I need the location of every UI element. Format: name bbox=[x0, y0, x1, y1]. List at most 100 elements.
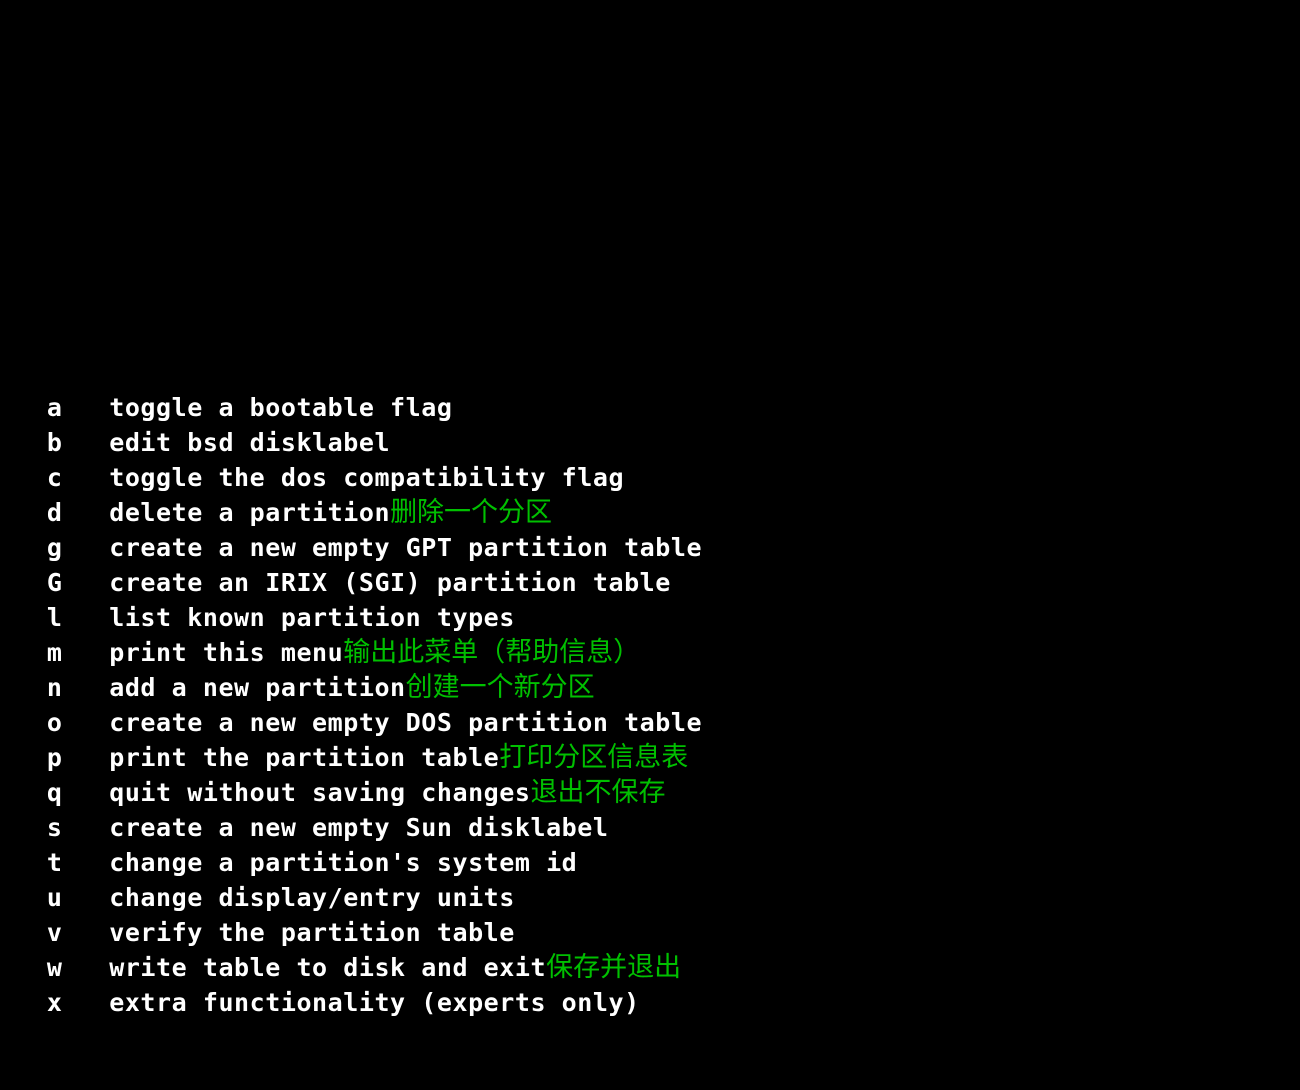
menu-item-key: b bbox=[46, 428, 63, 457]
menu-item-gap bbox=[62, 393, 109, 422]
menu-item-indent bbox=[0, 778, 47, 807]
terminal-screen[interactable]: Command (m for help): m Command action a… bbox=[0, 0, 1300, 1017]
command-prompt-line: Command (m for help): m bbox=[0, 110, 1300, 145]
menu-item-key: x bbox=[46, 988, 63, 1017]
menu-item-w[interactable]: w write table to disk and exit保存并退出 bbox=[0, 950, 1300, 985]
menu-item-description: verify the partition table bbox=[109, 918, 515, 947]
command-action-header: Command action bbox=[0, 250, 1300, 285]
menu-item-indent bbox=[0, 953, 47, 982]
menu-item-indent bbox=[0, 393, 47, 422]
menu-item-indent bbox=[0, 603, 47, 632]
menu-item-u[interactable]: u change display/entry units bbox=[0, 880, 1300, 915]
menu-item-indent bbox=[0, 988, 47, 1017]
menu-item-description: list known partition types bbox=[109, 603, 515, 632]
menu-item-gap bbox=[62, 708, 109, 737]
menu-item-l[interactable]: l list known partition types bbox=[0, 600, 1300, 635]
menu-item-m[interactable]: m print this menu输出此菜单（帮助信息） bbox=[0, 635, 1300, 670]
menu-item-v[interactable]: v verify the partition table bbox=[0, 915, 1300, 950]
menu-item-gap bbox=[62, 813, 109, 842]
menu-item-indent bbox=[0, 428, 47, 457]
menu-item-description: toggle a bootable flag bbox=[109, 393, 453, 422]
menu-item-gap bbox=[62, 428, 109, 457]
menu-item-gap bbox=[62, 603, 109, 632]
menu-item-description: quit without saving changes bbox=[109, 778, 531, 807]
menu-item-indent bbox=[0, 498, 47, 527]
menu-item-q[interactable]: q quit without saving changes退出不保存 bbox=[0, 775, 1300, 810]
menu-item-annotation: 删除一个分区 bbox=[390, 497, 553, 528]
menu-item-b[interactable]: b edit bsd disklabel bbox=[0, 425, 1300, 460]
menu-item-gap bbox=[62, 988, 109, 1017]
menu-item-d[interactable]: d delete a partition删除一个分区 bbox=[0, 495, 1300, 530]
menu-item-key: o bbox=[46, 708, 63, 737]
menu-item-key: G bbox=[46, 568, 63, 597]
menu-item-annotation: 输出此菜单（帮助信息） bbox=[343, 637, 641, 668]
menu-item-gap bbox=[62, 638, 109, 667]
menu-item-indent bbox=[0, 463, 47, 492]
menu-item-gap bbox=[62, 743, 109, 772]
menu-item-key: c bbox=[46, 463, 63, 492]
menu-item-description: edit bsd disklabel bbox=[109, 428, 391, 457]
menu-item-gap bbox=[62, 778, 109, 807]
menu-item-gap bbox=[62, 953, 109, 982]
menu-item-key: s bbox=[46, 813, 63, 842]
menu-item-indent bbox=[0, 673, 47, 702]
menu-item-n[interactable]: n add a new partition创建一个新分区 bbox=[0, 670, 1300, 705]
menu-item-gap bbox=[62, 463, 109, 492]
menu-item-key: l bbox=[46, 603, 63, 632]
menu-item-indent bbox=[0, 813, 47, 842]
menu-item-s[interactable]: s create a new empty Sun disklabel bbox=[0, 810, 1300, 845]
menu-item-description: create a new empty DOS partition table bbox=[109, 708, 703, 737]
menu-item-description: extra functionality (experts only) bbox=[109, 988, 640, 1017]
menu-item-x[interactable]: x extra functionality (experts only) bbox=[0, 985, 1300, 1020]
menu-item-indent bbox=[0, 708, 47, 737]
menu-item-annotation: 保存并退出 bbox=[546, 952, 682, 983]
menu-item-G[interactable]: G create an IRIX (SGI) partition table bbox=[0, 565, 1300, 600]
menu-item-description: create a new empty GPT partition table bbox=[109, 533, 703, 562]
menu-item-indent bbox=[0, 743, 47, 772]
menu-item-description: change display/entry units bbox=[109, 883, 515, 912]
menu-item-description: print the partition table bbox=[109, 743, 500, 772]
menu-item-description: delete a partition bbox=[109, 498, 391, 527]
menu-item-description: create a new empty Sun disklabel bbox=[109, 813, 609, 842]
menu-item-key: t bbox=[46, 848, 63, 877]
menu-item-o[interactable]: o create a new empty DOS partition table bbox=[0, 705, 1300, 740]
menu-item-key: w bbox=[46, 953, 63, 982]
menu-item-indent bbox=[0, 918, 47, 947]
menu-item-g[interactable]: g create a new empty GPT partition table bbox=[0, 530, 1300, 565]
menu-item-key: m bbox=[46, 638, 63, 667]
menu-item-description: change a partition's system id bbox=[109, 848, 578, 877]
menu-item-t[interactable]: t change a partition's system id bbox=[0, 845, 1300, 880]
menu-item-key: n bbox=[46, 673, 63, 702]
menu-item-indent bbox=[0, 533, 47, 562]
menu-item-p[interactable]: p print the partition table打印分区信息表 bbox=[0, 740, 1300, 775]
menu-item-annotation: 创建一个新分区 bbox=[405, 672, 595, 703]
menu-item-description: create an IRIX (SGI) partition table bbox=[109, 568, 671, 597]
menu-item-description: write table to disk and exit bbox=[109, 953, 547, 982]
menu-item-description: print this menu bbox=[109, 638, 344, 667]
menu-item-gap bbox=[62, 533, 109, 562]
menu-item-key: p bbox=[46, 743, 63, 772]
menu-list: a toggle a bootable flag b edit bsd disk… bbox=[0, 390, 1300, 1020]
menu-item-key: a bbox=[46, 393, 63, 422]
menu-item-gap bbox=[62, 848, 109, 877]
menu-item-annotation: 退出不保存 bbox=[530, 777, 666, 808]
menu-item-indent bbox=[0, 883, 47, 912]
menu-item-key: u bbox=[46, 883, 63, 912]
menu-item-gap bbox=[62, 918, 109, 947]
menu-item-gap bbox=[62, 568, 109, 597]
menu-item-key: v bbox=[46, 918, 63, 947]
menu-item-c[interactable]: c toggle the dos compatibility flag bbox=[0, 460, 1300, 495]
menu-item-gap bbox=[62, 673, 109, 702]
menu-item-key: g bbox=[46, 533, 63, 562]
menu-item-key: d bbox=[46, 498, 63, 527]
menu-item-annotation: 打印分区信息表 bbox=[499, 742, 689, 773]
menu-item-description: toggle the dos compatibility flag bbox=[109, 463, 625, 492]
menu-item-gap bbox=[62, 498, 109, 527]
menu-item-key: q bbox=[46, 778, 63, 807]
menu-item-a[interactable]: a toggle a bootable flag bbox=[0, 390, 1300, 425]
menu-item-indent bbox=[0, 638, 47, 667]
menu-item-indent bbox=[0, 848, 47, 877]
menu-item-gap bbox=[62, 883, 109, 912]
menu-item-description: add a new partition bbox=[109, 673, 406, 702]
menu-item-indent bbox=[0, 568, 47, 597]
